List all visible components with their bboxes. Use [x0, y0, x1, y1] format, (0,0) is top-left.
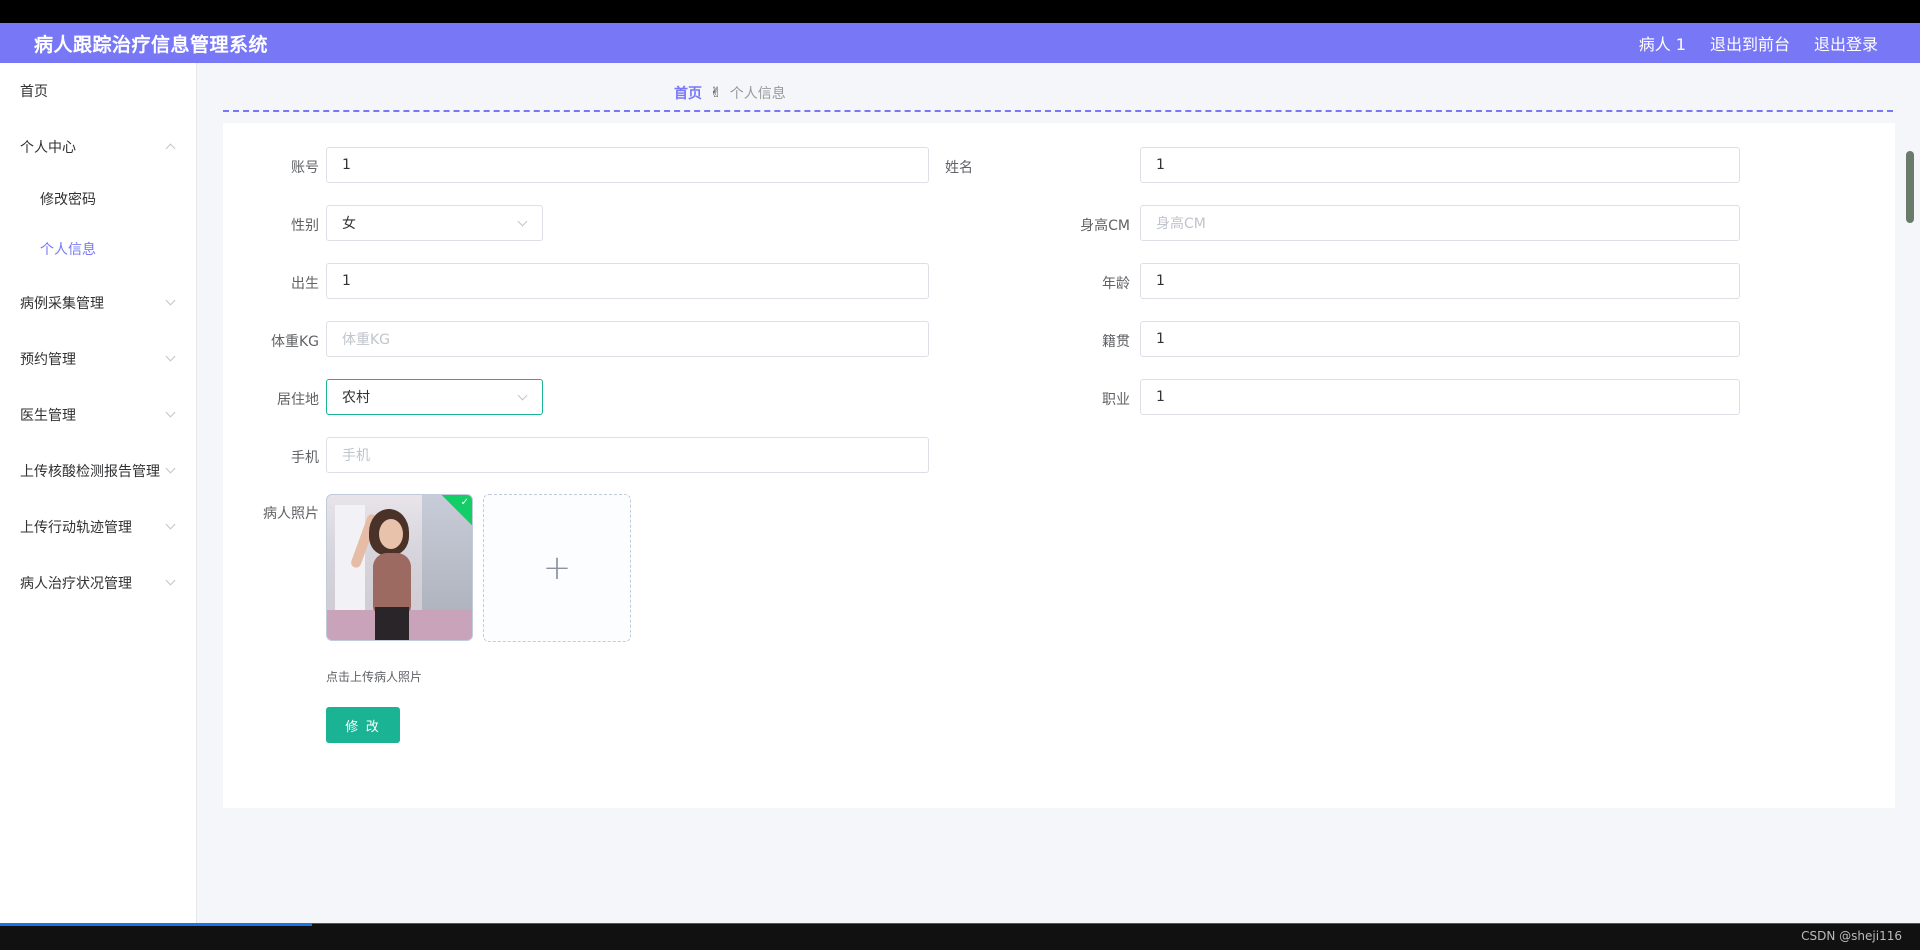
birth-label: 出生: [291, 276, 319, 292]
height-label: 身高CM: [1080, 218, 1130, 234]
sidebar-item-label: 个人中心: [20, 140, 76, 156]
app-header: 病人跟踪治疗信息管理系统 病人 1 退出到前台 退出登录: [0, 23, 1920, 63]
current-user: 病人 1: [1638, 35, 1686, 54]
sidebar: 首页 个人中心 修改密码 个人信息 病例采集管理 预约管理 医生管理 上传核酸检…: [0, 63, 197, 923]
name-input[interactable]: 1: [1140, 147, 1740, 183]
gender-value: 女: [342, 216, 356, 232]
chevron-down-icon: [165, 351, 176, 362]
breadcrumb-home[interactable]: 首页: [674, 83, 702, 103]
video-progress[interactable]: [0, 923, 312, 926]
main-content: 首页 ✌ 个人信息 账号 1 姓名 1 性别 女 身高CM 身高CM 出生 1 …: [197, 63, 1920, 923]
gender-label: 性别: [291, 218, 319, 234]
sidebar-item-label: 预约管理: [20, 352, 76, 368]
sidebar-item-label: 首页: [20, 84, 48, 100]
residence-value: 农村: [342, 390, 370, 406]
native-input[interactable]: 1: [1140, 321, 1740, 357]
sidebar-item-label: 上传行动轨迹管理: [20, 520, 132, 536]
plus-icon: +: [542, 548, 572, 588]
logout-link[interactable]: 退出登录: [1814, 31, 1878, 55]
chevron-down-icon: [165, 519, 176, 530]
age-input[interactable]: 1: [1140, 263, 1740, 299]
birth-input[interactable]: 1: [326, 263, 929, 299]
bottom-bar: CSDN @sheji116: [0, 923, 1920, 950]
sidebar-item-appointment[interactable]: 预约管理: [0, 339, 196, 379]
chevron-down-icon: [165, 575, 176, 586]
header-actions: 病人 1 退出到前台 退出登录: [1639, 31, 1878, 55]
sidebar-item-label: 医生管理: [20, 408, 76, 424]
photo-upload-hint: 点击上传病人照片: [326, 670, 423, 684]
breadcrumb-divider: [223, 110, 1893, 112]
sidebar-item-treatment-status[interactable]: 病人治疗状况管理: [0, 563, 196, 603]
sidebar-item-label: 病例采集管理: [20, 296, 104, 312]
chevron-down-icon: [165, 463, 176, 474]
top-screen-bar: [0, 0, 1920, 23]
breadcrumb-current: 个人信息: [729, 86, 786, 102]
sidebar-item-doctor[interactable]: 医生管理: [0, 395, 196, 435]
gender-select[interactable]: 女: [326, 205, 543, 241]
chevron-up-icon: [165, 143, 176, 154]
height-input[interactable]: 身高CM: [1140, 205, 1740, 241]
chevron-down-icon: [165, 407, 176, 418]
job-input[interactable]: 1: [1140, 379, 1740, 415]
sidebar-item-personal-center[interactable]: 个人中心: [0, 127, 196, 167]
account-label: 账号: [291, 160, 319, 176]
sidebar-item-home[interactable]: 首页: [0, 71, 196, 111]
phone-input[interactable]: 手机: [326, 437, 929, 473]
chevron-down-icon: [517, 216, 528, 227]
hand-icon: ✌: [710, 85, 722, 101]
scrollbar[interactable]: [1906, 151, 1914, 223]
account-input[interactable]: 1: [326, 147, 929, 183]
residence-label: 居住地: [277, 392, 319, 408]
photo-upload-button[interactable]: +: [483, 494, 631, 642]
personal-info-form: 账号 1 姓名 1 性别 女 身高CM 身高CM 出生 1 年龄 1 体重KG …: [223, 123, 1895, 808]
photo-legs: [375, 607, 409, 640]
sidebar-item-label: 病人治疗状况管理: [20, 576, 132, 592]
watermark: CSDN @sheji116: [1801, 929, 1902, 943]
weight-input[interactable]: 体重KG: [326, 321, 929, 357]
weight-label: 体重KG: [270, 334, 319, 350]
sidebar-item-change-password[interactable]: 修改密码: [0, 179, 196, 219]
job-label: 职业: [1102, 392, 1130, 408]
app-title: 病人跟踪治疗信息管理系统: [34, 33, 269, 56]
sidebar-item-label: 个人信息: [40, 242, 96, 258]
sidebar-item-label: 修改密码: [40, 192, 96, 208]
breadcrumb: 首页 ✌ 个人信息: [674, 83, 786, 103]
sidebar-item-nucleic-report[interactable]: 上传核酸检测报告管理: [0, 451, 196, 491]
check-icon: ✓: [460, 497, 469, 508]
photo-body: [373, 553, 411, 613]
residence-select[interactable]: 农村: [326, 379, 543, 415]
sidebar-item-trajectory[interactable]: 上传行动轨迹管理: [0, 507, 196, 547]
sidebar-item-label: 上传核酸检测报告管理: [20, 464, 160, 480]
back-to-front-link[interactable]: 退出到前台: [1710, 31, 1790, 55]
photo-label: 病人照片: [263, 506, 319, 522]
photo-face: [379, 519, 403, 549]
chevron-down-icon: [517, 390, 528, 401]
chevron-down-icon: [165, 295, 176, 306]
native-label: 籍贯: [1102, 334, 1130, 350]
age-label: 年龄: [1102, 276, 1130, 292]
submit-edit-button[interactable]: 修 改: [326, 707, 400, 743]
sidebar-item-personal-info[interactable]: 个人信息: [0, 229, 196, 269]
phone-label: 手机: [291, 450, 319, 466]
name-label: 姓名: [945, 160, 973, 176]
sidebar-item-case-collection[interactable]: 病例采集管理: [0, 283, 196, 323]
patient-photo[interactable]: ✓: [326, 494, 473, 641]
